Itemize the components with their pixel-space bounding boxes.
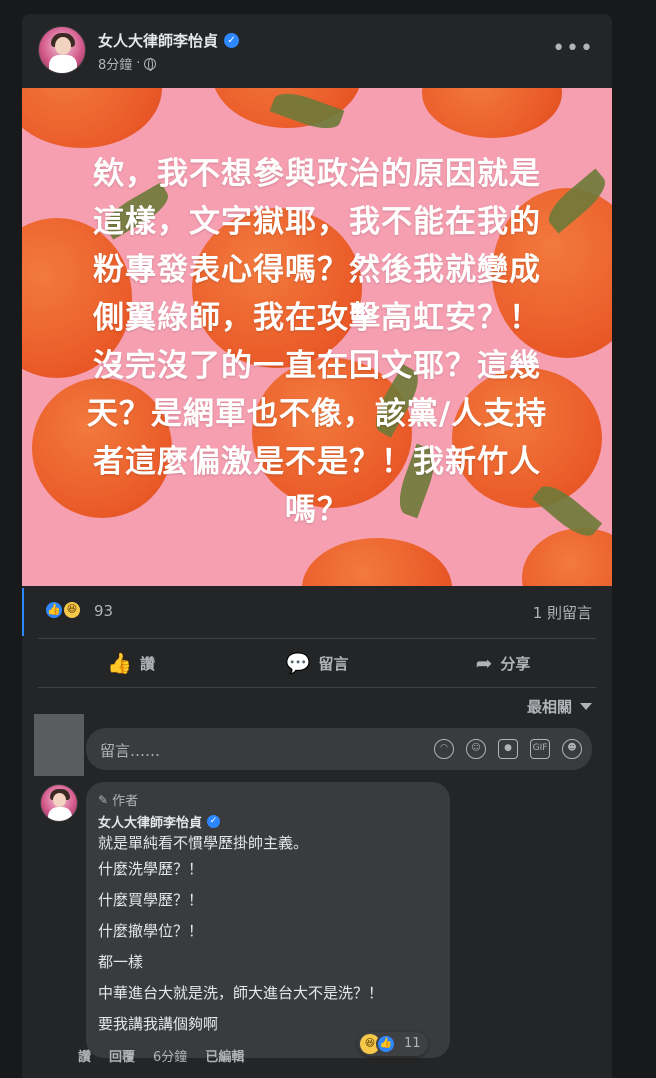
gif-icon[interactable]: GIF — [530, 739, 550, 759]
image-text-line: 嗎？ — [285, 492, 349, 528]
author-avatar[interactable] — [38, 26, 86, 74]
thumbs-up-icon: 👍 — [107, 651, 132, 675]
sticker-icon[interactable]: ◠ — [434, 739, 454, 759]
composer-icons: ◠ ☺ ● GIF ☻ — [434, 739, 582, 759]
orange-decoration — [302, 538, 452, 586]
comment-text: 就是單純看不慣學歷掛帥主義。 什麼洗學歷？！ 什麼買學歷？！ 什麼撤學位？！ 都… — [98, 832, 440, 1044]
comment-reactions[interactable]: 😆 👍 11 — [358, 1032, 428, 1056]
comment-bubble: ✎ 作者 女人大律師李怡貞 ✓ 就是單純看不慣學歷掛帥主義。 什麼洗學歷？！ 什… — [86, 782, 450, 1058]
author-name-text[interactable]: 女人大律師李怡貞 — [98, 30, 218, 51]
more-options-button[interactable]: ••• — [552, 36, 594, 61]
like-reaction-icon: 👍 — [376, 1034, 396, 1054]
emoji-icon[interactable]: ☺ — [466, 739, 486, 759]
comment-button[interactable]: 💬 留言 — [224, 639, 410, 687]
comment-count[interactable]: 1 則留言 — [533, 602, 592, 623]
like-button[interactable]: 👍 讚 — [38, 639, 224, 687]
post-card: 女人大律師李怡貞 ✓ 8分鐘 · ••• 欸，我不想參與政治的原因就是 這樣，文… — [22, 14, 612, 1078]
image-text-line: 欸，我不想參與政治的原因就是 — [93, 156, 541, 192]
post-image[interactable]: 欸，我不想參與政治的原因就是 這樣，文字獄耶，我不能在我的 粉專發表心得嗎？然後… — [22, 88, 612, 586]
author-tag: ✎ 作者 — [98, 790, 139, 810]
comment-line: 什麼撤學位？！ — [98, 922, 204, 940]
avatar-sticker-icon[interactable]: ☻ — [562, 739, 582, 759]
post-actions: 👍 讚 💬 留言 ➦ 分享 — [38, 638, 596, 688]
orange-decoration — [422, 88, 562, 138]
image-text-line: 粉專發表心得嗎？然後我就變成 — [93, 252, 541, 288]
comment-like-button[interactable]: 讚 — [78, 1046, 91, 1065]
comment-input[interactable]: 留言…… — [100, 740, 160, 761]
comment-reaction-count: 11 — [404, 1036, 421, 1051]
post-image-text: 欸，我不想參與政治的原因就是 這樣，文字獄耶，我不能在我的 粉專發表心得嗎？然後… — [62, 150, 572, 534]
like-reaction-icon[interactable]: 👍 — [44, 600, 64, 620]
camera-icon[interactable]: ● — [498, 739, 518, 759]
post-header: 女人大律師李怡貞 ✓ 8分鐘 · ••• — [38, 26, 596, 78]
image-text-line: 沒完沒了的一直在回文耶？這幾 — [93, 348, 541, 384]
post-stats: 👍 😆 93 1 則留言 — [22, 588, 612, 636]
comment-line: 就是單純看不慣學歷掛帥主義。 — [98, 834, 309, 852]
comment-line: 什麼買學歷？！ — [98, 891, 204, 909]
viewer-avatar[interactable] — [34, 714, 84, 776]
image-text-line: 這樣，文字獄耶，我不能在我的 — [93, 204, 541, 240]
comment-author-text[interactable]: 女人大律師李怡貞 — [98, 812, 202, 831]
author-tag-label: 作者 — [112, 794, 139, 809]
comment-line: 都一樣 — [98, 953, 144, 971]
orange-decoration — [22, 88, 162, 148]
share-button[interactable]: ➦ 分享 — [410, 639, 596, 687]
share-label: 分享 — [500, 654, 531, 673]
verified-badge-icon: ✓ — [224, 33, 240, 48]
comment-icon: 💬 — [285, 651, 311, 675]
haha-reaction-icon[interactable]: 😆 — [62, 600, 82, 620]
reaction-count[interactable]: 93 — [94, 602, 113, 620]
comment-line: 中華進台大就是洗，師大進台大不是洗？！ — [98, 984, 384, 1002]
share-icon: ➦ — [475, 651, 493, 675]
chevron-down-icon — [580, 703, 592, 710]
comment-reply-button[interactable]: 回覆 — [109, 1046, 135, 1065]
orange-decoration — [522, 528, 612, 586]
meta-separator: · — [136, 56, 141, 71]
comment-author-name[interactable]: 女人大律師李怡貞 ✓ — [98, 812, 221, 831]
sort-dropdown[interactable]: 最相關 — [527, 696, 592, 717]
sort-label: 最相關 — [526, 698, 572, 716]
post-time[interactable]: 8分鐘 — [98, 54, 132, 73]
comment-time[interactable]: 6分鐘 — [153, 1046, 187, 1065]
comment-composer[interactable]: 留言…… ◠ ☺ ● GIF ☻ — [86, 728, 592, 770]
comment-author-avatar[interactable] — [40, 784, 78, 822]
author-name[interactable]: 女人大律師李怡貞 ✓ — [98, 30, 240, 51]
globe-icon — [144, 57, 157, 71]
comment-actions: 讚 回覆 6分鐘 已編輯 — [78, 1046, 244, 1065]
verified-badge-icon: ✓ — [207, 815, 221, 828]
pencil-icon: ✎ — [98, 792, 109, 807]
comment-label: 留言 — [318, 654, 349, 673]
comment-edited-label[interactable]: 已編輯 — [205, 1046, 244, 1065]
comment-line: 什麼洗學歷？！ — [98, 860, 204, 878]
image-text-line: 者這麼偏激是不是？！我新竹人 — [93, 444, 541, 480]
image-text-line: 天？是網軍也不像，該黨/人支持 — [86, 396, 548, 432]
image-text-line: 側翼綠師，我在攻擊高虹安？！ — [93, 300, 541, 336]
post-meta: 8分鐘 · — [98, 54, 157, 73]
like-label: 讚 — [139, 654, 155, 673]
